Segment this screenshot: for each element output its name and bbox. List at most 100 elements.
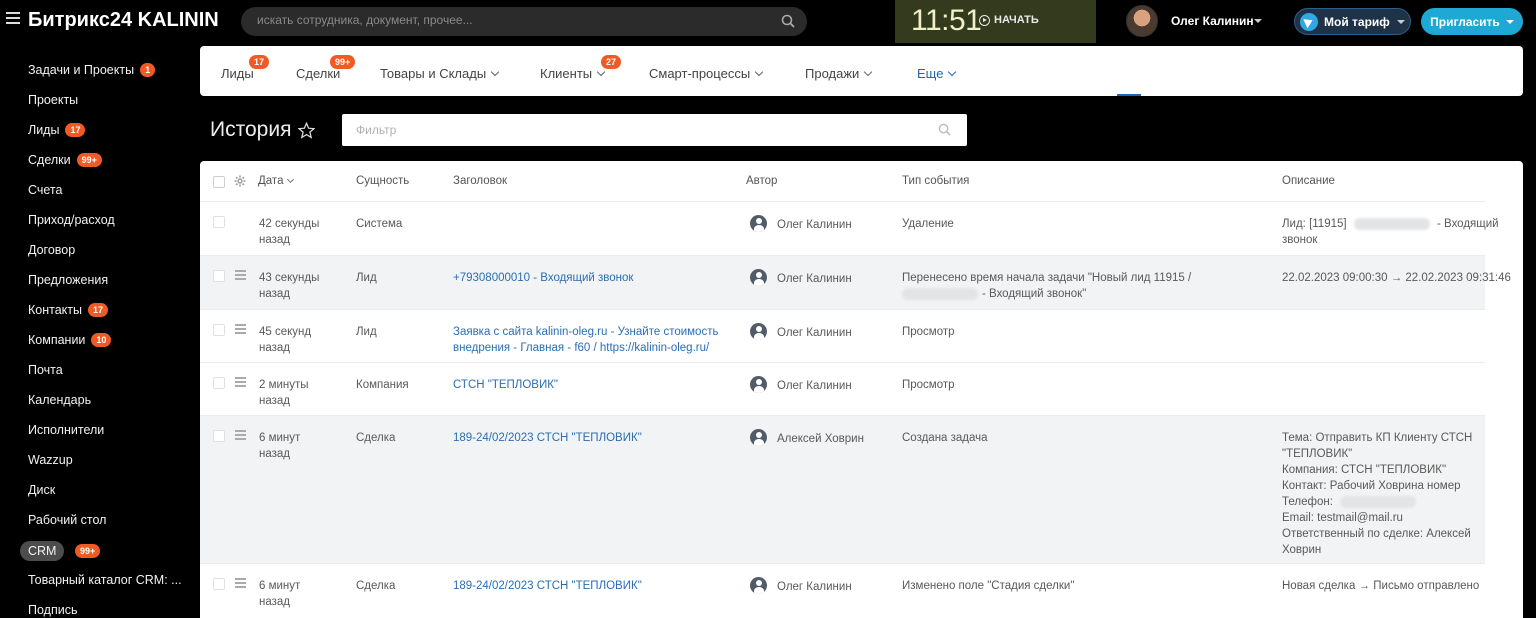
column-date[interactable]: Дата bbox=[258, 175, 295, 187]
table-row[interactable]: 45 секунд назад Лид Заявка с сайта kalinin-… bbox=[200, 309, 1485, 362]
nav-item[interactable]: Товары и Склады bbox=[380, 66, 500, 81]
author-cell[interactable]: Олег Калинин bbox=[777, 271, 852, 287]
nav-item[interactable]: Клиенты bbox=[540, 66, 606, 81]
sidebar-item[interactable]: Счета bbox=[28, 181, 62, 199]
date-cell: 2 минуты назад bbox=[259, 379, 309, 407]
select-all-checkbox[interactable] bbox=[213, 176, 225, 188]
heading-link[interactable]: 189-24/02/2023 СТСН "ТЕПЛОВИК" bbox=[453, 578, 642, 594]
column-description[interactable]: Описание bbox=[1282, 175, 1335, 187]
row-checkbox[interactable] bbox=[213, 216, 225, 228]
sidebar-item[interactable]: Исполнители bbox=[28, 421, 104, 439]
sidebar-item[interactable]: Контакты 17 bbox=[28, 301, 109, 319]
entity-cell: Лид bbox=[356, 272, 377, 284]
sidebar-item[interactable]: Диск bbox=[28, 481, 55, 499]
column-heading[interactable]: Заголовок bbox=[453, 175, 507, 187]
avatar[interactable] bbox=[750, 577, 767, 594]
sidebar-item[interactable]: Рабочий стол bbox=[28, 511, 106, 529]
table-row[interactable]: 6 минут назад Сделка 189-24/02/2023 СТСН "Т… bbox=[200, 563, 1485, 618]
sidebar-item[interactable]: Компании 10 bbox=[28, 331, 112, 349]
search-icon[interactable] bbox=[938, 123, 951, 136]
user-avatar[interactable] bbox=[1126, 5, 1158, 37]
user-menu-caret-icon[interactable] bbox=[1254, 19, 1262, 23]
column-author[interactable]: Автор bbox=[746, 175, 777, 187]
global-search-input[interactable] bbox=[257, 13, 757, 27]
entity-cell: Сделка bbox=[356, 432, 396, 444]
brand-logo[interactable]: Битрикс24 KALININ bbox=[28, 9, 219, 32]
sidebar-item[interactable]: Приход/расход bbox=[28, 211, 115, 229]
gear-icon[interactable] bbox=[234, 175, 246, 187]
tariff-button[interactable]: Мой тариф bbox=[1294, 8, 1411, 35]
author-cell[interactable]: Олег Калинин bbox=[777, 325, 852, 341]
avatar[interactable] bbox=[750, 269, 767, 286]
global-search[interactable] bbox=[241, 7, 807, 36]
search-icon[interactable] bbox=[781, 14, 795, 28]
sidebar-item[interactable]: Проекты bbox=[28, 91, 78, 109]
row-checkbox[interactable] bbox=[213, 377, 225, 389]
event-type-cell: Просмотр bbox=[902, 326, 955, 338]
table-row[interactable]: 42 секунды назад Система Олег Калинин Удален… bbox=[200, 201, 1499, 255]
table-row[interactable]: 43 секунды назад Лид +79308000010 - Входящи… bbox=[200, 255, 1511, 309]
author-cell[interactable]: Олег Калинин bbox=[777, 217, 852, 233]
drag-handle-icon[interactable] bbox=[235, 578, 246, 590]
avatar[interactable] bbox=[750, 376, 767, 393]
sidebar-item[interactable]: Задачи и Проекты 1 bbox=[28, 61, 156, 79]
column-event-type[interactable]: Тип события bbox=[902, 175, 969, 187]
heading-link[interactable]: Заявка с сайта kalinin-oleg.ru - Узнайте… bbox=[453, 324, 718, 356]
user-name[interactable]: Олег Калинин bbox=[1171, 14, 1254, 28]
row-checkbox[interactable] bbox=[213, 270, 225, 282]
sidebar-item[interactable]: Почта bbox=[28, 361, 63, 379]
nav-item[interactable]: Смарт-процессы bbox=[649, 66, 764, 81]
heading-link[interactable]: СТСН "ТЕПЛОВИК" bbox=[453, 377, 558, 393]
sidebar-item[interactable]: Предложения bbox=[28, 271, 108, 289]
sidebar-item-label: Календарь bbox=[28, 393, 92, 407]
invite-button[interactable]: Пригласить bbox=[1421, 8, 1523, 35]
menu-icon[interactable] bbox=[6, 12, 20, 24]
table-row[interactable]: 6 минут назад Сделка 189-24/02/2023 СТСН "Т… bbox=[200, 415, 1485, 563]
sidebar-item[interactable]: Товарный каталог CRM: ... bbox=[28, 571, 182, 589]
filter-box[interactable] bbox=[342, 114, 967, 146]
heading-link[interactable]: 189-24/02/2023 СТСН "ТЕПЛОВИК" bbox=[453, 430, 642, 446]
author-cell[interactable]: Олег Калинин bbox=[777, 579, 852, 595]
nav-item[interactable]: Лиды bbox=[221, 66, 254, 81]
sort-chevron-icon bbox=[287, 175, 295, 184]
avatar[interactable] bbox=[750, 429, 767, 446]
work-day-widget[interactable]: 11:51 НАЧАТЬ bbox=[895, 0, 1096, 43]
sidebar-item[interactable]: Календарь bbox=[28, 391, 91, 409]
drag-handle-icon[interactable] bbox=[235, 270, 246, 282]
table-row[interactable]: 2 минуты назад Компания СТСН "ТЕПЛОВИК" Олег… bbox=[200, 362, 1485, 415]
drag-handle-icon[interactable] bbox=[235, 324, 246, 336]
star-icon[interactable] bbox=[298, 122, 315, 139]
sidebar-item[interactable]: CRM 99+ bbox=[20, 541, 101, 561]
sidebar-item[interactable]: Лиды 17 bbox=[28, 121, 86, 139]
author-cell[interactable]: Олег Калинин bbox=[777, 378, 852, 394]
drag-handle-icon[interactable] bbox=[235, 430, 246, 442]
heading-link[interactable]: +79308000010 - Входящий звонок bbox=[453, 270, 633, 286]
event-type-cell: Просмотр bbox=[902, 379, 955, 391]
column-entity[interactable]: Сущность bbox=[356, 175, 409, 187]
sidebar-item-label: Счета bbox=[28, 183, 63, 197]
row-checkbox[interactable] bbox=[213, 430, 225, 442]
sidebar-item[interactable]: Wazzup bbox=[28, 451, 73, 469]
date-cell: 42 секунды назад bbox=[259, 218, 320, 246]
start-workday-button[interactable]: НАЧАТЬ bbox=[979, 14, 1039, 26]
sidebar-item-label: Рабочий стол bbox=[28, 513, 107, 527]
row-checkbox[interactable] bbox=[213, 578, 225, 590]
sidebar-item[interactable]: Договор bbox=[28, 241, 75, 259]
filter-input[interactable] bbox=[356, 123, 916, 137]
chevron-down-icon bbox=[948, 67, 957, 77]
author-cell[interactable]: Алексей Ховрин bbox=[777, 431, 864, 447]
drag-handle-icon[interactable] bbox=[235, 377, 246, 389]
nav-item[interactable]: Продажи bbox=[805, 66, 873, 81]
sidebar-item-label: Почта bbox=[28, 363, 63, 377]
start-workday-label: НАЧАТЬ bbox=[994, 14, 1039, 26]
sidebar-item[interactable]: Сделки 99+ bbox=[28, 151, 102, 169]
avatar[interactable] bbox=[750, 215, 767, 232]
nav-item-label: Клиенты bbox=[540, 66, 593, 81]
event-type-cell: Удаление bbox=[902, 218, 954, 230]
sidebar-item-label: Компании bbox=[28, 333, 86, 347]
nav-item[interactable]: Еще bbox=[917, 66, 957, 81]
avatar[interactable] bbox=[750, 323, 767, 340]
description-cell: Новая сделка → Письмо отправлено bbox=[1282, 580, 1480, 592]
row-checkbox[interactable] bbox=[213, 324, 225, 336]
sidebar-item[interactable]: Подпись bbox=[28, 601, 77, 618]
